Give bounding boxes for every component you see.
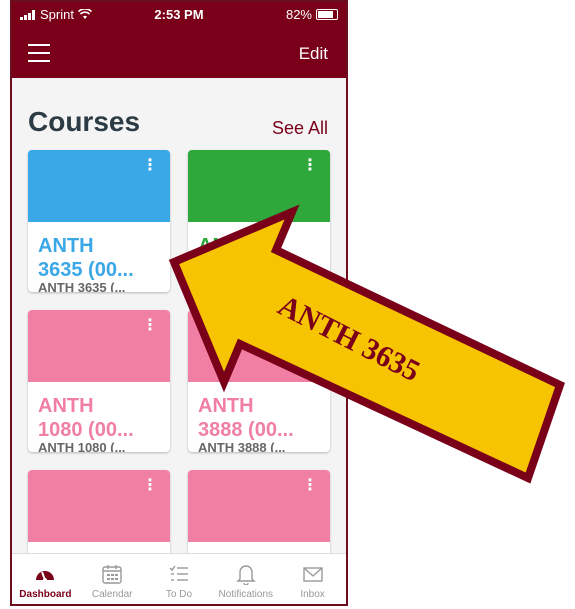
annotation-arrow: ANTH 3635	[168, 204, 565, 484]
